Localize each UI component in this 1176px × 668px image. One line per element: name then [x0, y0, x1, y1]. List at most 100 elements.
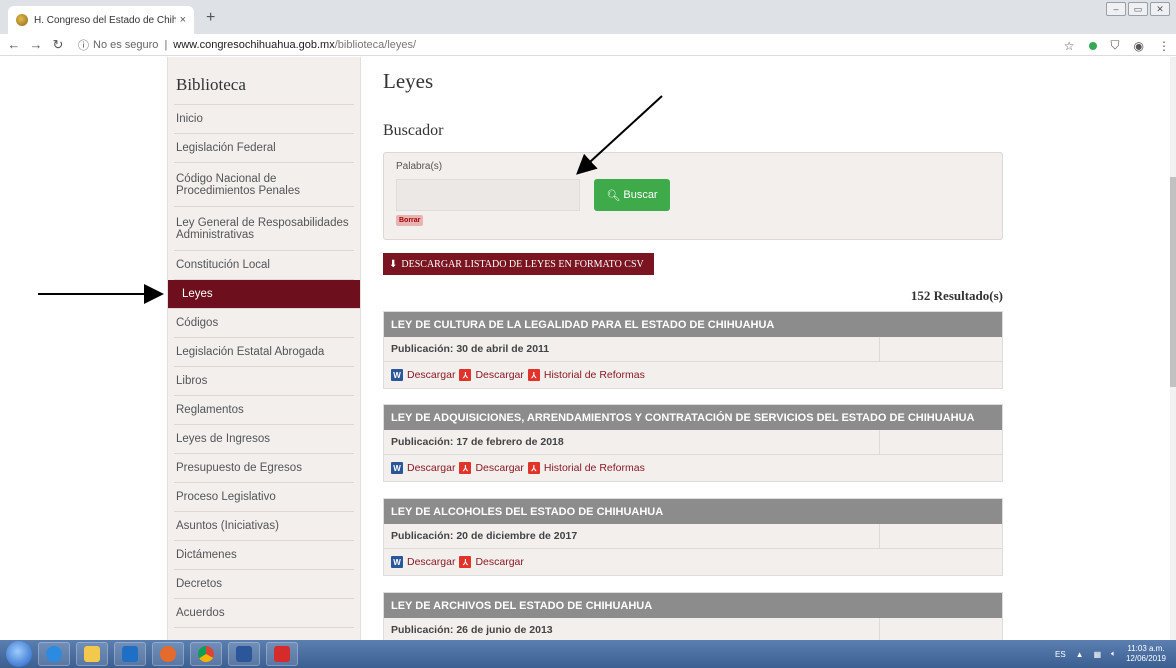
explorer-taskbar-icon[interactable]: [76, 642, 108, 666]
pdf-icon: ⅄: [527, 462, 540, 474]
word-doc-icon: W: [391, 369, 403, 381]
bookmark-star-icon[interactable]: ☆: [1064, 39, 1075, 53]
browser-tab[interactable]: H. Congreso del Estado de Chihu ×: [8, 6, 194, 34]
sidebar-item-4[interactable]: Constitución Local: [174, 251, 354, 280]
sidebar-item-5[interactable]: Leyes: [168, 280, 360, 309]
site-favicon-icon: [16, 14, 28, 26]
outlook-taskbar-icon[interactable]: [114, 642, 146, 666]
sidebar-item-14[interactable]: Dictámenes: [174, 541, 354, 570]
law-link[interactable]: Descargar: [475, 556, 523, 568]
chrome-taskbar-icon[interactable]: [190, 642, 222, 666]
law-link[interactable]: Descargar: [407, 462, 455, 474]
minimize-icon[interactable]: –: [1106, 2, 1126, 16]
sidebar-item-1[interactable]: Legislación Federal: [174, 134, 354, 163]
law-title[interactable]: LEY DE ADQUISICIONES, ARRENDAMIENTOS Y C…: [384, 405, 1002, 430]
law-publication: Publicación: 17 de febrero de 2018: [384, 430, 1002, 455]
law-link[interactable]: Descargar: [407, 369, 455, 381]
law-downloads: W Descargar ⅄ Descargar ⅄ Historial de Reform…: [384, 362, 1002, 388]
search-button-label: Buscar: [623, 189, 658, 201]
ie-taskbar-icon[interactable]: [38, 642, 70, 666]
tray-arrow-icon[interactable]: ▲: [1076, 650, 1084, 659]
law-title[interactable]: LEY DE ARCHIVOS DEL ESTADO DE CHIHUAHUA: [384, 593, 1002, 618]
kaspersky-taskbar-icon[interactable]: [266, 642, 298, 666]
sidebar-item-16[interactable]: Acuerdos: [174, 599, 354, 628]
download-csv-label: DESCARGAR LISTADO DE LEYES EN FORMATO CS…: [401, 258, 644, 270]
sidebar-item-6[interactable]: Códigos: [174, 309, 354, 338]
volume-icon[interactable]: 🔈︎: [1111, 649, 1116, 659]
address-bar: ← → ↻ ⓘ No es seguro | www.congresochihu…: [0, 34, 1176, 56]
law-card: LEY DE ADQUISICIONES, ARRENDAMIENTOS Y C…: [383, 404, 1003, 482]
sidebar-item-15[interactable]: Decretos: [174, 570, 354, 599]
url-host: www.congresochihuahua.gob.mx: [173, 38, 335, 51]
window-controls: – ▭ ✕: [1106, 2, 1170, 16]
law-title[interactable]: LEY DE CULTURA DE LA LEGALIDAD PARA EL E…: [384, 312, 1002, 337]
forward-icon[interactable]: →: [28, 37, 44, 52]
download-csv-button[interactable]: ⬇ DESCARGAR LISTADO DE LEYES EN FORMATO …: [383, 253, 654, 275]
sidebar-item-10[interactable]: Leyes de Ingresos: [174, 425, 354, 454]
scrollbar-thumb[interactable]: [1170, 177, 1176, 387]
menu-icon[interactable]: ⋮: [1158, 39, 1170, 53]
shield-icon[interactable]: ⛉: [1111, 38, 1120, 53]
pdf-icon: ⅄: [459, 462, 472, 474]
sidebar-item-8[interactable]: Libros: [174, 367, 354, 396]
clear-button[interactable]: Borrar: [396, 215, 424, 226]
web-page: Biblioteca Inicio Legislación Federal Códi…: [0, 57, 1170, 640]
pdf-icon: ⅄: [459, 556, 472, 568]
search-panel: Palabra(s) 🔍︎ Buscar Borrar: [383, 152, 1003, 240]
clock-time: 11:03 a.m.: [1127, 644, 1165, 653]
clock-date: 12/06/2019: [1125, 654, 1166, 663]
search-input[interactable]: [396, 179, 580, 211]
sidebar-item-7[interactable]: Legislación Estatal Abrogada: [174, 338, 354, 367]
system-tray: ES ▲ ▦ 🔈︎ 11:03 a.m. 12/06/2019: [1055, 640, 1166, 668]
word-doc-icon: W: [391, 462, 403, 474]
law-publication: Publicación: 30 de abril de 2011: [384, 337, 1002, 362]
search-heading: Buscador: [383, 122, 444, 139]
search-label: Palabra(s): [396, 161, 443, 172]
sidebar-menu: Inicio Legislación Federal Código Nacional…: [168, 105, 360, 628]
sidebar-item-2[interactable]: Código Nacional de Procedimientos Penale…: [174, 163, 354, 207]
law-link[interactable]: Descargar: [407, 556, 455, 568]
firefox-taskbar-icon[interactable]: [152, 642, 184, 666]
browser-toolbar-icons: ☆ ⛉ ◉ ⋮: [1064, 38, 1170, 53]
law-link[interactable]: Descargar: [475, 462, 523, 474]
extension-icon[interactable]: [1088, 41, 1097, 50]
profile-icon[interactable]: ◉: [1134, 39, 1144, 53]
close-window-icon[interactable]: ✕: [1150, 2, 1170, 16]
network-icon[interactable]: ▦: [1094, 650, 1102, 659]
sidebar-item-13[interactable]: Asuntos (Iniciativas): [174, 512, 354, 541]
sidebar-item-9[interactable]: Reglamentos: [174, 396, 354, 425]
law-link[interactable]: Historial de Reformas: [544, 369, 645, 381]
back-icon[interactable]: ←: [6, 37, 22, 52]
sidebar-item-0[interactable]: Inicio: [174, 105, 354, 134]
sidebar-title: Biblioteca: [174, 57, 354, 105]
language-indicator[interactable]: ES: [1055, 650, 1066, 659]
maximize-icon[interactable]: ▭: [1128, 2, 1148, 16]
search-button[interactable]: 🔍︎ Buscar: [594, 179, 670, 211]
tab-title: H. Congreso del Estado de Chihu: [34, 14, 176, 26]
url-path: /biblioteca/leyes/: [334, 38, 417, 51]
law-card: LEY DE CULTURA DE LA LEGALIDAD PARA EL E…: [383, 311, 1003, 389]
new-tab-button[interactable]: +: [206, 9, 215, 27]
reload-icon[interactable]: ↻: [50, 37, 66, 53]
tab-close-icon[interactable]: ×: [180, 14, 186, 26]
sidebar-item-11[interactable]: Presupuesto de Egresos: [174, 454, 354, 483]
law-downloads: W Descargar ⅄ Descargar: [384, 549, 1002, 575]
law-link[interactable]: Descargar: [475, 369, 523, 381]
start-button[interactable]: [6, 641, 32, 667]
page-scrollbar[interactable]: [1170, 57, 1176, 640]
sidebar-item-12[interactable]: Proceso Legislativo: [174, 483, 354, 512]
url-field[interactable]: ⓘ No es seguro | www.congresochihuahua.g…: [78, 37, 416, 53]
windows-taskbar: ES ▲ ▦ 🔈︎ 11:03 a.m. 12/06/2019: [0, 640, 1176, 668]
info-icon[interactable]: ⓘ: [78, 37, 89, 53]
security-label: No es seguro: [93, 38, 159, 51]
law-downloads: W Descargar ⅄ Descargar ⅄ Historial de Reform…: [384, 455, 1002, 481]
law-link[interactable]: Historial de Reformas: [544, 462, 645, 474]
law-publication: Publicación: 20 de diciembre de 2017: [384, 524, 1002, 549]
results-count: 152 Resultado(s): [910, 288, 1003, 303]
word-doc-icon: W: [391, 556, 403, 568]
law-title[interactable]: LEY DE ALCOHOLES DEL ESTADO DE CHIHUAHUA: [384, 499, 1002, 524]
law-publication: Publicación: 26 de junio de 2013: [384, 618, 1002, 640]
sidebar-item-3[interactable]: Ley General de Resposabilidades Administ…: [174, 207, 354, 251]
clock[interactable]: 11:03 a.m. 12/06/2019: [1126, 644, 1166, 664]
word-taskbar-icon[interactable]: [228, 642, 260, 666]
